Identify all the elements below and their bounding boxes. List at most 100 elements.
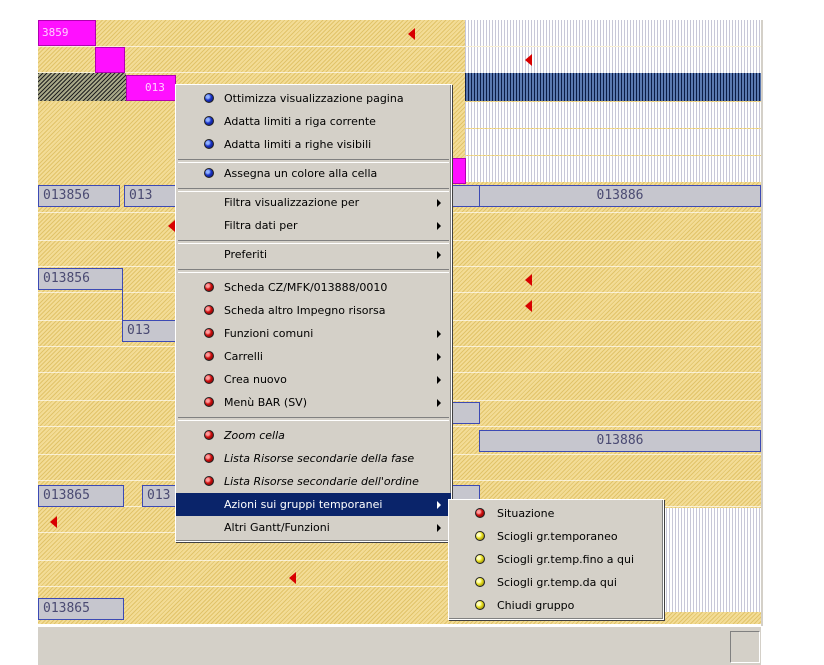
submenu-item-sciogli-fino-a-qui[interactable]: Sciogli gr.temp.fino a qui (449, 548, 663, 571)
free-time-zone (465, 102, 761, 128)
bar-label: 3859 (42, 26, 69, 39)
milestone-arrow-icon[interactable] (525, 274, 532, 286)
submenu-arrow-icon (437, 524, 441, 532)
menu-item-altri-gantt[interactable]: Altri Gantt/Funzioni (176, 516, 451, 539)
free-time-zone (465, 47, 761, 73)
milestone-arrow-icon[interactable] (168, 220, 175, 232)
menu-item-label: Lista Risorse secondarie dell'ordine (224, 475, 419, 488)
free-time-zone (465, 156, 761, 182)
bar-label: 013 (147, 488, 171, 503)
menu-item-zoom-cella[interactable]: Zoom cella (176, 424, 451, 447)
free-time-zone (465, 20, 761, 46)
submenu-arrow-icon (437, 251, 441, 259)
milestone-arrow-icon[interactable] (525, 54, 532, 66)
gantt-bar-magenta[interactable] (95, 47, 125, 73)
menu-separator (178, 269, 449, 273)
bar-label: 013 (127, 323, 151, 338)
menu-item-label: Filtra dati per (224, 219, 298, 232)
gantt-bar[interactable]: 013 (122, 320, 182, 342)
menu-item-label: Funzioni comuni (224, 327, 314, 340)
menu-item-label: Crea nuovo (224, 373, 287, 386)
gantt-bar[interactable]: 013886 (479, 430, 761, 452)
submenu-item-situazione[interactable]: Situazione (449, 502, 663, 525)
bar-label: 013886 (596, 433, 644, 448)
submenu-arrow-icon (437, 199, 441, 207)
milestone-arrow-icon[interactable] (408, 28, 415, 40)
gantt-bar[interactable]: 013856 (38, 185, 120, 207)
menu-item-label: Adatta limiti a riga corrente (224, 115, 376, 128)
menu-item-filtra-visualizzazione[interactable]: Filtra visualizzazione per (176, 191, 451, 214)
blue-ball-icon (204, 93, 214, 103)
gantt-bar[interactable] (452, 402, 480, 424)
menu-item-adatta-righe-visibili[interactable]: Adatta limiti a righe visibili (176, 133, 451, 156)
menu-item-ottimizza-visualizzazione[interactable]: Ottimizza visualizzazione pagina (176, 87, 451, 110)
milestone-arrow-icon[interactable] (289, 572, 296, 584)
menu-item-adatta-riga-corrente[interactable]: Adatta limiti a riga corrente (176, 110, 451, 133)
gantt-bar-magenta[interactable]: 013 (126, 75, 176, 101)
gantt-bar[interactable]: 013856 (38, 268, 123, 290)
menu-item-label: Assegna un colore alla cella (224, 167, 378, 180)
menu-item-label: Scheda CZ/MFK/013888/0010 (224, 281, 388, 294)
selected-row-hatch (38, 73, 126, 101)
gantt-bar[interactable] (448, 185, 480, 207)
status-bar-cell (730, 631, 760, 663)
menu-item-assegna-colore[interactable]: Assegna un colore alla cella (176, 162, 451, 185)
submenu-arrow-icon (437, 222, 441, 230)
menu-item-label: Adatta limiti a righe visibili (224, 138, 372, 151)
menu-item-lista-risorse-ordine[interactable]: Lista Risorse secondarie dell'ordine (176, 470, 451, 493)
gantt-bar-magenta[interactable]: 3859 (38, 20, 96, 46)
menu-item-scheda-cz[interactable]: Scheda CZ/MFK/013888/0010 (176, 276, 451, 299)
red-ball-icon (204, 328, 214, 338)
submenu-item-sciogli-da-qui[interactable]: Sciogli gr.temp.da qui (449, 571, 663, 594)
menu-item-label: Sciogli gr.temp.da qui (497, 576, 617, 589)
blue-ball-icon (204, 139, 214, 149)
blue-ball-icon (204, 168, 214, 178)
submenu-arrow-icon (437, 353, 441, 361)
menu-item-carrelli[interactable]: Carrelli (176, 345, 451, 368)
bar-label: 013856 (43, 188, 90, 203)
menu-item-scheda-altro-impegno[interactable]: Scheda altro Impegno risorsa (176, 299, 451, 322)
red-ball-icon (204, 476, 214, 486)
submenu-arrow-icon (437, 399, 441, 407)
menu-item-azioni-gruppi-temporanei[interactable]: Azioni sui gruppi temporanei (176, 493, 451, 516)
red-ball-icon (204, 453, 214, 463)
red-ball-icon (204, 374, 214, 384)
bar-connector (122, 290, 123, 320)
menu-item-lista-risorse-fase[interactable]: Lista Risorse secondarie della fase (176, 447, 451, 470)
bar-label: 013 (145, 81, 165, 94)
menu-item-label: Ottimizza visualizzazione pagina (224, 92, 404, 105)
submenu-item-chiudi-gruppo[interactable]: Chiudi gruppo (449, 594, 663, 617)
menu-item-funzioni-comuni[interactable]: Funzioni comuni (176, 322, 451, 345)
menu-item-label: Situazione (497, 507, 555, 520)
vertical-scrollbar[interactable] (761, 20, 763, 626)
menu-separator (178, 417, 449, 421)
red-ball-icon (204, 305, 214, 315)
selected-row-stripes (465, 73, 761, 101)
milestone-arrow-icon[interactable] (525, 300, 532, 312)
menu-item-label: Preferiti (224, 248, 268, 261)
yellow-ball-icon (475, 577, 485, 587)
gantt-bar[interactable]: 013865 (38, 485, 124, 507)
menu-item-label: Lista Risorse secondarie della fase (224, 452, 415, 465)
menu-item-label: Scheda altro Impegno risorsa (224, 304, 386, 317)
menu-item-menu-bar[interactable]: Menù BAR (SV) (176, 391, 451, 414)
red-ball-icon (204, 351, 214, 361)
menu-item-label: Zoom cella (224, 429, 285, 442)
gantt-bar[interactable]: 013886 (479, 185, 761, 207)
yellow-ball-icon (475, 531, 485, 541)
yellow-ball-icon (475, 600, 485, 610)
menu-item-label: Chiudi gruppo (497, 599, 575, 612)
menu-item-label: Carrelli (224, 350, 263, 363)
submenu-item-sciogli-gruppo[interactable]: Sciogli gr.temporaneo (449, 525, 663, 548)
blue-ball-icon (204, 116, 214, 126)
gantt-bar[interactable]: 013865 (38, 598, 124, 620)
menu-item-label: Azioni sui gruppi temporanei (224, 498, 383, 511)
status-bar (38, 626, 761, 665)
menu-item-filtra-dati[interactable]: Filtra dati per (176, 214, 451, 237)
menu-item-crea-nuovo[interactable]: Crea nuovo (176, 368, 451, 391)
menu-item-label: Sciogli gr.temporaneo (497, 530, 618, 543)
bar-label: 013 (129, 188, 153, 203)
red-ball-icon (204, 397, 214, 407)
milestone-arrow-icon[interactable] (50, 516, 57, 528)
menu-item-preferiti[interactable]: Preferiti (176, 243, 451, 266)
